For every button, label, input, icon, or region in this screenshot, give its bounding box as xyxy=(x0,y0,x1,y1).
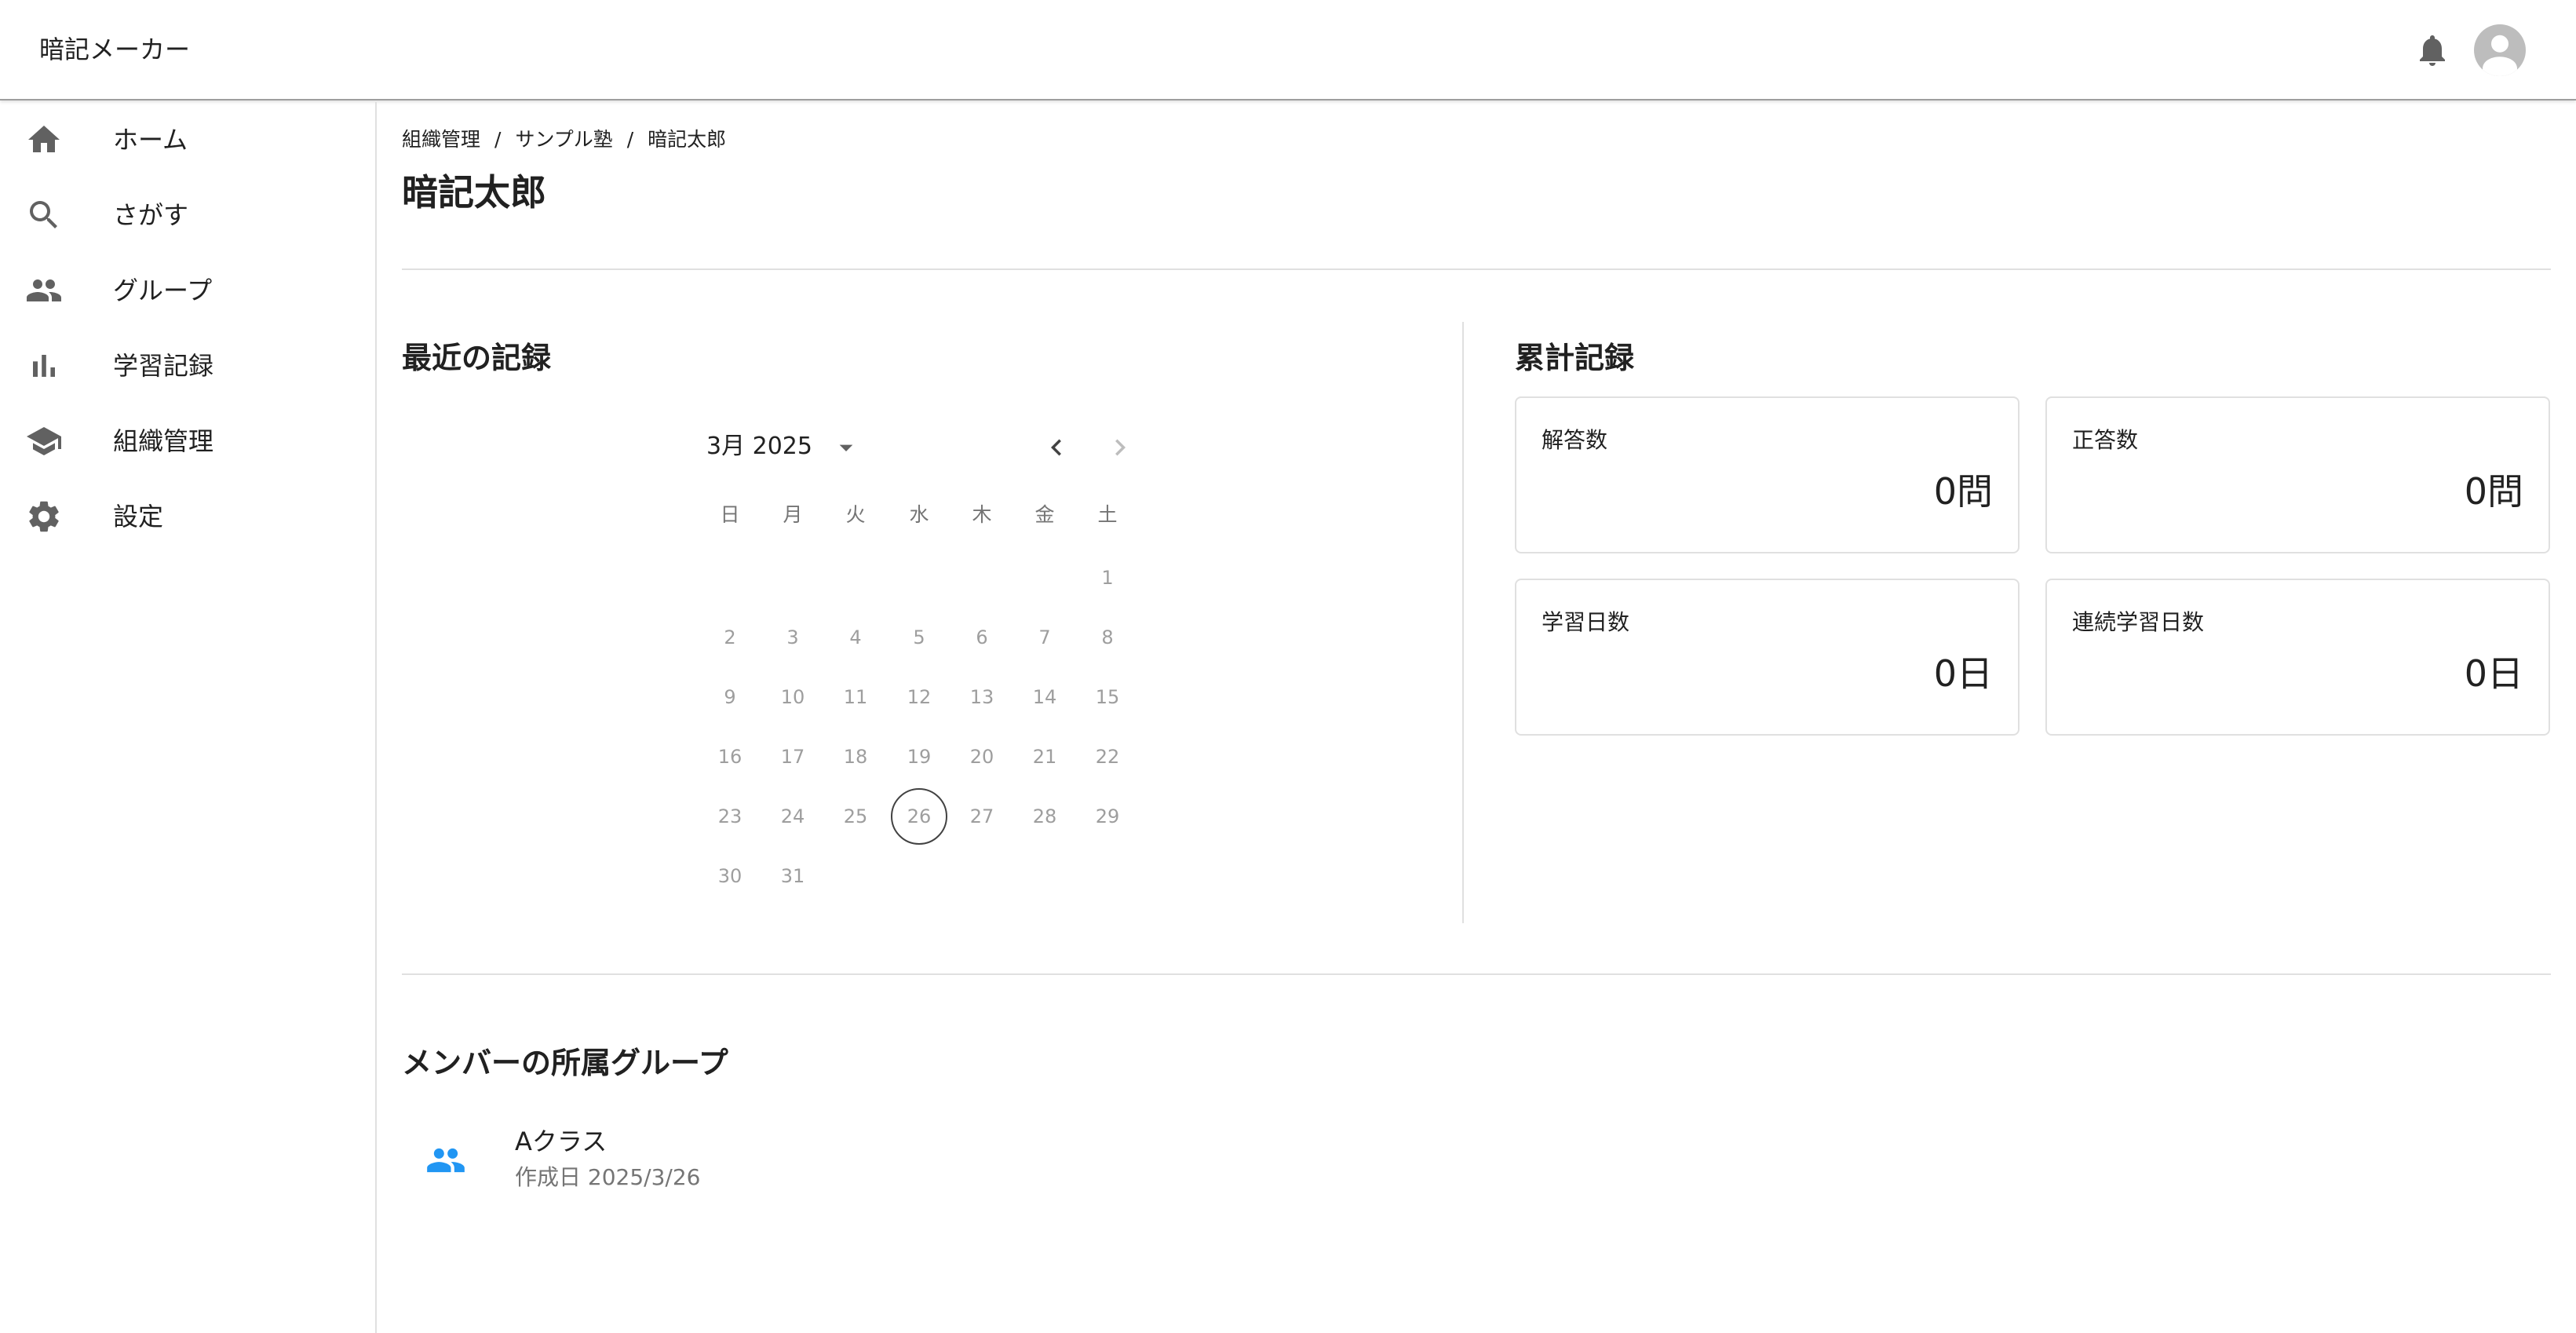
account-circle-icon xyxy=(2483,35,2517,76)
stat-value: 0問 xyxy=(2464,470,2523,513)
stat-value: 0日 xyxy=(1933,652,1993,695)
calendar-day[interactable]: 2 xyxy=(702,609,758,666)
stat-label: 正答数 xyxy=(2072,427,2139,453)
vertical-divider xyxy=(1462,322,1464,923)
sidebar-item-search[interactable]: さがす xyxy=(0,177,375,253)
chevron-left-icon[interactable] xyxy=(1040,431,1073,464)
app-title[interactable]: 暗記メーカー xyxy=(39,30,190,69)
calendar-day-today[interactable]: 26 xyxy=(891,788,947,845)
calendar-day[interactable]: 13 xyxy=(954,669,1010,725)
home-icon xyxy=(28,126,60,152)
sidebar-item-home[interactable]: ホーム xyxy=(0,102,375,177)
stat-label: 解答数 xyxy=(1542,427,1608,453)
breadcrumb-item-current: 暗記太郎 xyxy=(648,128,727,151)
calendar-day[interactable]: 16 xyxy=(702,729,758,785)
calendar-day[interactable]: 4 xyxy=(827,609,884,666)
recent-records-title: 最近の記録 xyxy=(402,341,552,375)
calendar-weekday: 火 xyxy=(845,503,866,526)
stat-value: 0問 xyxy=(1933,470,1993,513)
chevron-right-icon[interactable] xyxy=(1104,431,1137,464)
calendar-day[interactable]: 17 xyxy=(764,729,821,785)
sidebar-item-label: 設定 xyxy=(113,502,164,531)
sidebar-item-label: グループ xyxy=(113,276,213,305)
calendar-day[interactable]: 28 xyxy=(1016,788,1073,845)
calendar-day[interactable]: 31 xyxy=(764,848,821,904)
calendar-day[interactable]: 29 xyxy=(1079,788,1136,845)
stat-label: 連続学習日数 xyxy=(2072,609,2205,635)
calendar-day[interactable]: 12 xyxy=(891,669,947,725)
group-name[interactable]: Aクラス xyxy=(515,1123,607,1160)
notifications-icon[interactable] xyxy=(2414,31,2451,69)
divider xyxy=(402,973,2551,975)
sidebar: ホーム さがす グループ 学習記録 組織管理 設定 xyxy=(0,102,377,1333)
calendar-day[interactable]: 21 xyxy=(1016,729,1073,785)
people-icon xyxy=(27,279,61,301)
calendar-day[interactable]: 8 xyxy=(1079,609,1136,666)
calendar-day[interactable]: 23 xyxy=(702,788,758,845)
stat-value: 0日 xyxy=(2464,652,2523,695)
user-avatar[interactable] xyxy=(2474,24,2526,76)
sidebar-item-settings[interactable]: 設定 xyxy=(0,479,375,554)
calendar-weekday: 木 xyxy=(972,503,992,526)
totals-title: 累計記録 xyxy=(1515,341,1635,375)
calendar-day[interactable]: 22 xyxy=(1079,729,1136,785)
calendar-day[interactable]: 18 xyxy=(827,729,884,785)
member-groups-title: メンバーの所属グループ xyxy=(402,1046,728,1080)
calendar-day[interactable]: 7 xyxy=(1016,609,1073,666)
group-created-date: 作成日 2025/3/26 xyxy=(515,1164,701,1190)
breadcrumb-separator: / xyxy=(494,128,502,151)
stat-card-answers: 解答数 0問 xyxy=(1515,396,2020,553)
stat-label: 学習日数 xyxy=(1542,609,1630,635)
calendar-day[interactable]: 3 xyxy=(764,609,821,666)
calendar-day[interactable]: 20 xyxy=(954,729,1010,785)
calendar-day[interactable]: 6 xyxy=(954,609,1010,666)
calendar-weekday: 水 xyxy=(909,503,929,526)
calendar-month-label[interactable]: 3月 2025 xyxy=(706,429,812,464)
calendar-day[interactable]: 14 xyxy=(1016,669,1073,725)
chevron-down-icon[interactable] xyxy=(830,432,862,463)
sidebar-item-groups[interactable]: グループ xyxy=(0,253,375,328)
search-icon xyxy=(30,201,57,228)
calendar-weekday: 月 xyxy=(783,503,803,526)
people-icon xyxy=(427,1148,465,1173)
stat-card-correct: 正答数 0問 xyxy=(2045,396,2550,553)
calendar-weekday: 土 xyxy=(1097,503,1118,526)
breadcrumb-item-organization[interactable]: 組織管理 xyxy=(402,124,480,155)
calendar-day[interactable]: 9 xyxy=(702,669,758,725)
calendar-day[interactable]: 15 xyxy=(1079,669,1136,725)
app-bar: 暗記メーカー xyxy=(0,0,2576,100)
calendar-day[interactable]: 19 xyxy=(891,729,947,785)
breadcrumb: 組織管理 / サンプル塾 / 暗記太郎 xyxy=(402,124,726,155)
sidebar-item-label: ホーム xyxy=(113,125,188,155)
school-icon xyxy=(27,427,61,455)
calendar-day[interactable]: 30 xyxy=(702,848,758,904)
stat-card-study-days: 学習日数 0日 xyxy=(1515,579,2020,736)
calendar-weekday: 金 xyxy=(1034,503,1055,526)
calendar-day[interactable]: 24 xyxy=(764,788,821,845)
stat-card-streak-days: 連続学習日数 0日 xyxy=(2045,579,2550,736)
page-title: 暗記太郎 xyxy=(402,171,546,214)
calendar-weekday: 日 xyxy=(720,503,740,526)
breadcrumb-item-school[interactable]: サンプル塾 xyxy=(515,124,612,155)
calendar-day[interactable]: 11 xyxy=(827,669,884,725)
sidebar-item-label: さがす xyxy=(113,200,189,230)
sidebar-item-label: 組織管理 xyxy=(113,426,214,456)
calendar-day[interactable]: 27 xyxy=(954,788,1010,845)
calendar-day[interactable]: 10 xyxy=(764,669,821,725)
calendar-day[interactable]: 25 xyxy=(827,788,884,845)
sidebar-item-study-records[interactable]: 学習記録 xyxy=(0,328,375,404)
breadcrumb-separator: / xyxy=(626,128,634,151)
calendar-day[interactable]: 1 xyxy=(1079,550,1136,606)
divider xyxy=(402,268,2551,270)
gear-icon xyxy=(29,501,59,532)
bar-chart-icon xyxy=(33,355,55,377)
sidebar-item-organization[interactable]: 組織管理 xyxy=(0,404,375,479)
calendar-day[interactable]: 5 xyxy=(891,609,947,666)
sidebar-item-label: 学習記録 xyxy=(113,351,214,381)
